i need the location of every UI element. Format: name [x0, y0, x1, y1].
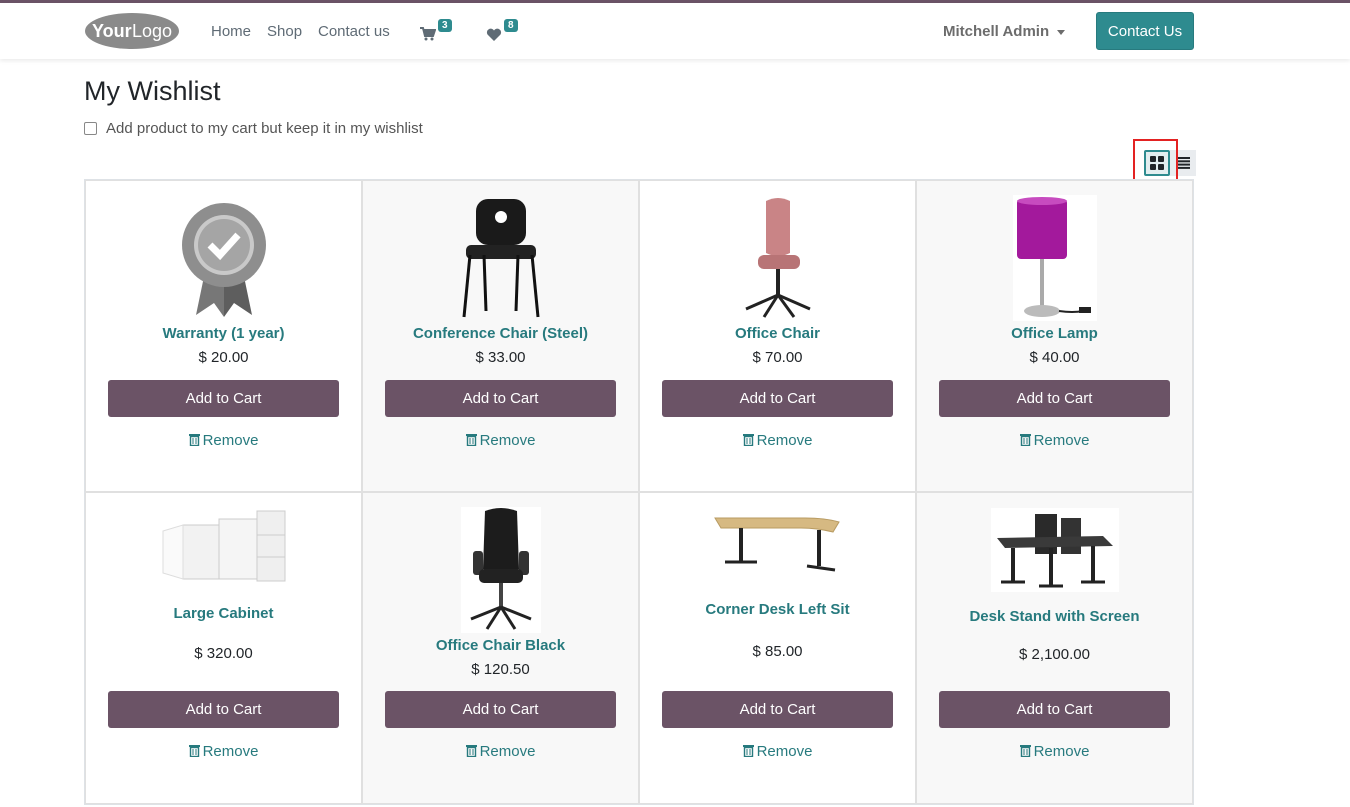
cart-link[interactable]: 3: [420, 19, 460, 47]
product-card: Large Cabinet $ 320.00 Add to Cart Remov…: [85, 492, 362, 804]
product-price: $ 320.00: [194, 645, 253, 662]
product-card: Corner Desk Left Sit $ 85.00 Add to Cart…: [639, 492, 916, 804]
user-name: Mitchell Admin: [943, 23, 1050, 40]
list-icon: [1176, 157, 1190, 169]
trash-icon: [742, 745, 754, 758]
remove-label: Remove: [1033, 432, 1090, 449]
add-to-cart-button[interactable]: Add to Cart: [108, 691, 339, 728]
product-price: $ 33.00: [475, 349, 526, 366]
remove-link[interactable]: Remove: [86, 432, 361, 449]
wishlist-grid: Warranty (1 year) $ 20.00 Add to Cart Re…: [84, 179, 1194, 805]
add-to-cart-button[interactable]: Add to Cart: [662, 380, 893, 417]
nav-shop[interactable]: Shop: [267, 23, 302, 40]
site-logo[interactable]: Your Logo: [84, 11, 180, 51]
remove-link[interactable]: Remove: [363, 743, 638, 760]
wishlist-link[interactable]: 8: [486, 19, 526, 47]
product-card: Warranty (1 year) $ 20.00 Add to Cart Re…: [85, 180, 362, 492]
cart-count-badge: 3: [438, 19, 452, 32]
keep-in-wishlist-option[interactable]: Add product to my cart but keep it in my…: [84, 120, 423, 137]
remove-link[interactable]: Remove: [86, 743, 361, 760]
remove-link[interactable]: Remove: [640, 743, 915, 760]
product-image[interactable]: [708, 195, 848, 321]
product-image[interactable]: [154, 195, 294, 321]
product-card: Office Chair $ 70.00 Add to Cart Remove: [639, 180, 916, 492]
product-image[interactable]: [985, 195, 1125, 321]
product-price: $ 85.00: [752, 643, 803, 660]
page-title: My Wishlist: [84, 76, 221, 106]
product-price: $ 2,100.00: [1019, 646, 1090, 663]
add-to-cart-button[interactable]: Add to Cart: [939, 380, 1170, 417]
contact-us-button[interactable]: Contact Us: [1096, 12, 1194, 50]
office-lamp-icon: [1012, 195, 1097, 321]
office-chair-icon: [744, 198, 811, 318]
trash-icon: [1019, 745, 1031, 758]
warranty-badge-icon: [181, 203, 266, 317]
product-name[interactable]: Office Chair: [640, 325, 915, 342]
product-name[interactable]: Large Cabinet: [86, 605, 361, 622]
product-price: $ 120.50: [471, 661, 530, 678]
remove-link[interactable]: Remove: [917, 743, 1192, 760]
product-card: Desk Stand with Screen $ 2,100.00 Add to…: [916, 492, 1193, 804]
product-price: $ 70.00: [752, 349, 803, 366]
trash-icon: [1019, 434, 1031, 447]
office-chair-black-icon: [460, 507, 541, 633]
nav-home[interactable]: Home: [211, 23, 251, 40]
add-to-cart-button[interactable]: Add to Cart: [385, 380, 616, 417]
keep-in-wishlist-checkbox[interactable]: [84, 122, 97, 135]
product-image[interactable]: [708, 507, 848, 583]
product-name[interactable]: Office Lamp: [917, 325, 1192, 342]
product-image[interactable]: [431, 507, 571, 633]
trash-icon: [188, 745, 200, 758]
add-to-cart-button[interactable]: Add to Cart: [385, 691, 616, 728]
cart-icon: [420, 27, 437, 41]
remove-label: Remove: [202, 432, 259, 449]
desk-with-screen-icon: [990, 508, 1119, 592]
corner-desk-icon: [713, 517, 840, 572]
remove-link[interactable]: Remove: [917, 432, 1192, 449]
nav-contact-us[interactable]: Contact us: [318, 23, 390, 40]
product-card: Office Chair Black $ 120.50 Add to Cart …: [362, 492, 639, 804]
user-menu[interactable]: Mitchell Admin: [943, 23, 1066, 40]
remove-label: Remove: [756, 743, 813, 760]
product-image[interactable]: [431, 195, 571, 321]
wishlist-count-badge: 8: [504, 19, 518, 32]
trash-icon: [742, 434, 754, 447]
product-image[interactable]: [985, 507, 1125, 593]
product-name[interactable]: Corner Desk Left Sit: [640, 601, 915, 618]
remove-label: Remove: [479, 743, 536, 760]
product-image[interactable]: [154, 507, 294, 587]
keep-in-wishlist-label: Add product to my cart but keep it in my…: [106, 120, 423, 137]
remove-label: Remove: [756, 432, 813, 449]
trash-icon: [465, 434, 477, 447]
add-to-cart-button[interactable]: Add to Cart: [939, 691, 1170, 728]
cabinet-icon: [162, 510, 285, 582]
trash-icon: [465, 745, 477, 758]
product-name[interactable]: Office Chair Black: [363, 637, 638, 654]
remove-link[interactable]: Remove: [640, 432, 915, 449]
remove-label: Remove: [479, 432, 536, 449]
conference-chair-icon: [462, 199, 539, 318]
product-price: $ 40.00: [1029, 349, 1080, 366]
product-card: Office Lamp $ 40.00 Add to Cart Remove: [916, 180, 1193, 492]
product-name[interactable]: Warranty (1 year): [86, 325, 361, 342]
product-price: $ 20.00: [198, 349, 249, 366]
svg-text:Your: Your: [92, 21, 132, 41]
svg-text:Logo: Logo: [132, 21, 172, 41]
product-name[interactable]: Desk Stand with Screen: [917, 608, 1192, 625]
trash-icon: [188, 434, 200, 447]
add-to-cart-button[interactable]: Add to Cart: [662, 691, 893, 728]
product-card: Conference Chair (Steel) $ 33.00 Add to …: [362, 180, 639, 492]
chevron-down-icon: [1057, 29, 1066, 35]
remove-label: Remove: [1033, 743, 1090, 760]
remove-label: Remove: [202, 743, 259, 760]
remove-link[interactable]: Remove: [363, 432, 638, 449]
heart-icon: [486, 28, 502, 41]
add-to-cart-button[interactable]: Add to Cart: [108, 380, 339, 417]
product-name[interactable]: Conference Chair (Steel): [363, 325, 638, 342]
site-header: Your Logo Home Shop Contact us 3 8 Mitch…: [0, 3, 1350, 59]
